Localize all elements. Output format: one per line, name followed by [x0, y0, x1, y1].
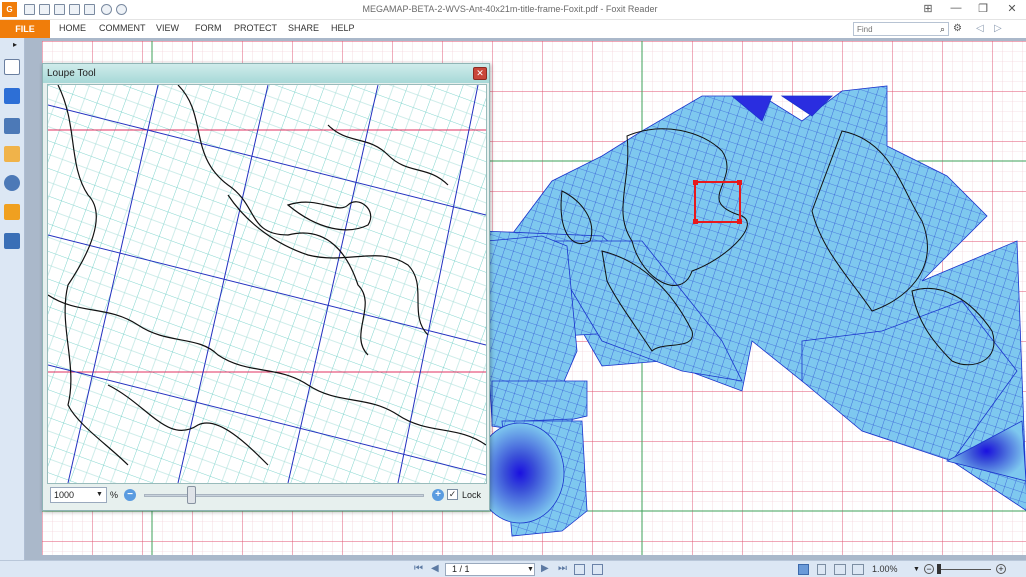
loupe-magnified-view[interactable]	[47, 84, 487, 484]
layers-icon[interactable]	[4, 88, 20, 104]
bookmarks-icon[interactable]	[4, 118, 20, 134]
chevron-down-icon[interactable]: ▼	[527, 566, 534, 573]
comments-icon[interactable]	[4, 146, 20, 162]
facing-page-icon[interactable]	[834, 564, 846, 575]
loupe-title[interactable]: Loupe Tool	[43, 64, 489, 83]
status-bar: ⏮ ◀ 1 / 1 ▼ ▶ ⏭ 1.00% ▼ − +	[0, 560, 1026, 577]
zoom-out-button[interactable]: −	[124, 489, 136, 501]
previous-find-icon[interactable]: ◁	[976, 23, 984, 34]
foxit-logo-icon[interactable]: G	[2, 2, 17, 17]
next-find-icon[interactable]: ▷	[994, 23, 1002, 34]
zoom-out-icon[interactable]: −	[924, 564, 934, 574]
zoom-in-button[interactable]: +	[432, 489, 444, 501]
file-tab[interactable]: FILE	[0, 20, 50, 38]
previous-view-icon[interactable]	[574, 564, 585, 575]
minimize-button[interactable]: —	[946, 2, 966, 14]
continuous-page-icon[interactable]	[817, 564, 826, 575]
menu-protect[interactable]: PROTECT	[234, 23, 277, 33]
first-page-button[interactable]: ⏮	[414, 563, 423, 574]
ribbon-toggle-button[interactable]: ⊞	[918, 2, 938, 15]
new-icon[interactable]	[84, 4, 95, 15]
navigation-sidebar: ▸	[0, 38, 25, 560]
zoom-level[interactable]: 1.00%	[872, 564, 898, 574]
maximize-button[interactable]: ❐	[973, 2, 993, 15]
open-icon[interactable]	[24, 4, 35, 15]
window-title: MEGAMAP-BETA-2-WVS-Ant-40x21m-title-fram…	[362, 4, 658, 14]
lock-checkbox[interactable]: ✓	[447, 489, 458, 500]
settings-icon[interactable]: ⚙	[953, 23, 962, 34]
close-button[interactable]: ✕	[1002, 2, 1022, 15]
loupe-tool-window[interactable]: Loupe Tool ✕ 1000 ▼ % − + ✓ Lock	[42, 63, 490, 511]
menu-home[interactable]: HOME	[59, 23, 86, 33]
menu-comment[interactable]: COMMENT	[99, 23, 146, 33]
next-page-button[interactable]: ▶	[541, 563, 549, 574]
next-view-icon[interactable]	[592, 564, 603, 575]
page-number-input[interactable]: 1 / 1	[445, 563, 535, 576]
loupe-view-svg	[47, 84, 487, 484]
chevron-down-icon[interactable]: ▼	[913, 566, 920, 573]
menu-form[interactable]: FORM	[195, 23, 222, 33]
zoom-in-icon[interactable]: +	[996, 564, 1006, 574]
loupe-zoom-slider[interactable]	[144, 494, 424, 497]
loupe-slider-thumb[interactable]	[187, 486, 197, 504]
menu-help[interactable]: HELP	[331, 23, 355, 33]
loupe-controls: 1000 ▼ % − + ✓ Lock	[47, 485, 487, 507]
menu-share[interactable]: SHARE	[288, 23, 319, 33]
zoom-slider-thumb[interactable]	[937, 564, 941, 574]
undo-icon[interactable]	[101, 4, 112, 15]
pages-icon[interactable]	[4, 59, 20, 75]
security-icon[interactable]	[4, 204, 20, 220]
print-icon[interactable]	[54, 4, 65, 15]
sidebar-toggle-icon[interactable]: ▸	[13, 40, 17, 49]
title-bar: G MEGAMAP-BETA-2-WVS-Ant-40x21m-title-fr…	[0, 0, 1026, 20]
attachments-icon[interactable]	[4, 175, 20, 191]
previous-page-button[interactable]: ◀	[431, 563, 439, 574]
continuous-facing-icon[interactable]	[852, 564, 864, 575]
zoom-unit-label: %	[110, 490, 119, 500]
last-page-button[interactable]: ⏭	[558, 563, 567, 574]
zoom-slider[interactable]	[937, 569, 991, 570]
signature-icon[interactable]	[4, 233, 20, 249]
menu-view[interactable]: VIEW	[156, 23, 179, 33]
save-icon[interactable]	[39, 4, 50, 15]
find-input[interactable]	[853, 22, 949, 36]
single-page-icon[interactable]	[798, 564, 809, 575]
redo-icon[interactable]	[116, 4, 127, 15]
loupe-close-button[interactable]: ✕	[473, 67, 487, 80]
email-icon[interactable]	[69, 4, 80, 15]
lock-label: Lock	[462, 490, 482, 500]
search-icon[interactable]: ⌕	[936, 22, 949, 36]
chevron-down-icon[interactable]: ▼	[96, 487, 103, 503]
